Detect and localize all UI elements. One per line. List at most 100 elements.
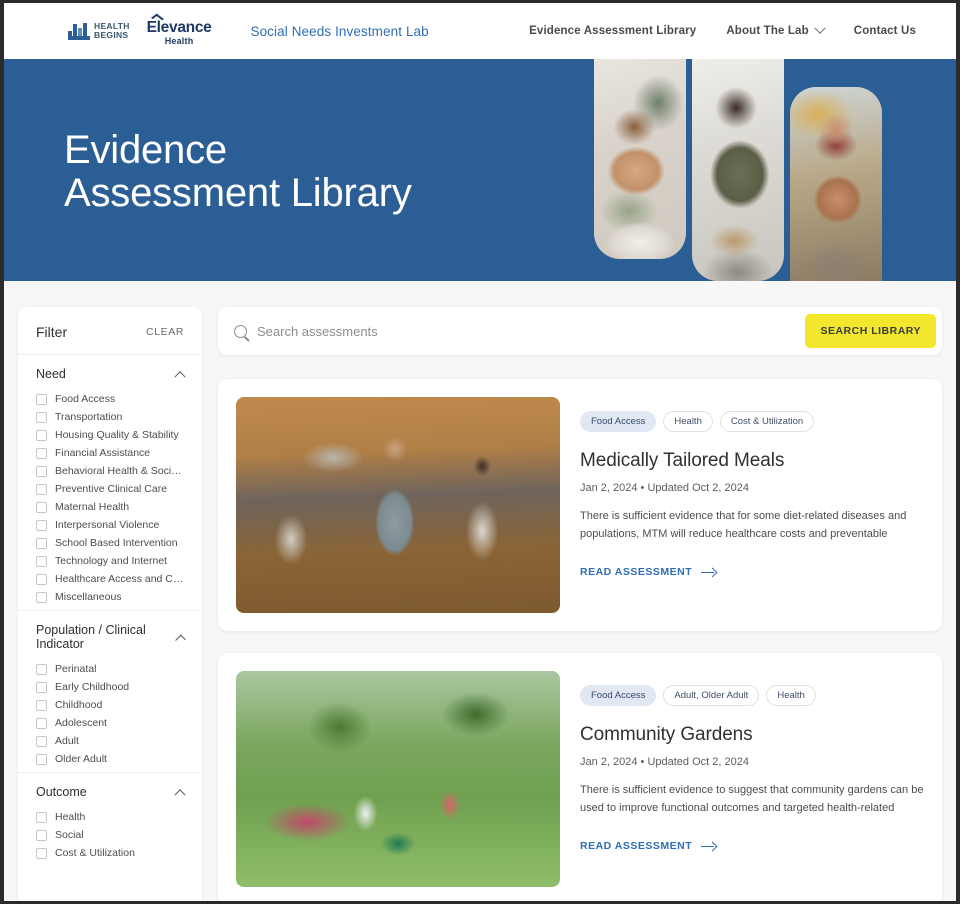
filter-option-housing-quality-stability[interactable]: Housing Quality & Stability bbox=[36, 426, 184, 444]
search-icon bbox=[234, 324, 247, 338]
facet-need: Need Food Access Transportation Housing … bbox=[18, 355, 202, 611]
assessment-tags: Food Access Health Cost & Utilization bbox=[580, 411, 924, 432]
option-label: Adolescent bbox=[55, 717, 107, 729]
checkbox[interactable] bbox=[36, 829, 47, 841]
option-label: School Based Intervention bbox=[55, 537, 178, 549]
filter-option-preventive-clinical-care[interactable]: Preventive Clinical Care bbox=[36, 480, 184, 498]
assessment-card[interactable]: Food Access Adult, Older Adult Health Co… bbox=[218, 653, 942, 901]
assessment-card[interactable]: Food Access Health Cost & Utilization Me… bbox=[218, 379, 942, 631]
tag-population[interactable]: Adult, Older Adult bbox=[663, 685, 760, 706]
checkbox[interactable] bbox=[36, 447, 47, 459]
filter-option-older-adult[interactable]: Older Adult bbox=[36, 750, 184, 768]
filter-option-miscellaneous[interactable]: Miscellaneous bbox=[36, 588, 184, 606]
filter-option-adolescent[interactable]: Adolescent bbox=[36, 714, 184, 732]
search-library-button[interactable]: SEARCH LIBRARY bbox=[805, 314, 936, 348]
facet-population-clinical-indicator: Population / Clinical Indicator Perinata… bbox=[18, 611, 202, 773]
checkbox[interactable] bbox=[36, 411, 47, 423]
option-label: Preventive Clinical Care bbox=[55, 483, 168, 495]
read-assessment-label: READ ASSESSMENT bbox=[580, 566, 693, 578]
filter-sidebar: Filter CLEAR Need Food Access Transporta… bbox=[18, 307, 202, 901]
facet-need-toggle[interactable]: Need bbox=[36, 367, 186, 383]
checkbox[interactable] bbox=[36, 573, 47, 585]
checkbox[interactable] bbox=[36, 537, 47, 549]
nav-item-about-the-lab[interactable]: About The Lab bbox=[726, 22, 826, 37]
health-begins-line2: BEGINS bbox=[94, 30, 129, 40]
checkbox[interactable] bbox=[36, 591, 47, 603]
tag-outcome[interactable]: Health bbox=[663, 411, 713, 432]
filter-option-health[interactable]: Health bbox=[36, 808, 184, 826]
facet-outcome-toggle[interactable]: Outcome bbox=[36, 785, 186, 801]
nav-label: Evidence Assessment Library bbox=[529, 25, 697, 37]
elevance-health-subword: Health bbox=[164, 35, 194, 46]
assessment-card-body: Food Access Adult, Older Adult Health Co… bbox=[580, 671, 924, 887]
option-label: Behavioral Health & Social Iso... bbox=[55, 465, 184, 477]
hero-photo-cafe bbox=[594, 59, 686, 259]
elevance-health-logo[interactable]: Elevance Health bbox=[147, 17, 212, 46]
filter-option-perinatal[interactable]: Perinatal bbox=[36, 660, 184, 678]
facet-population-toggle[interactable]: Population / Clinical Indicator bbox=[36, 623, 186, 651]
checkbox[interactable] bbox=[36, 501, 47, 513]
assessment-title[interactable]: Community Gardens bbox=[580, 724, 924, 746]
filter-option-interpersonal-violence[interactable]: Interpersonal Violence bbox=[36, 516, 184, 534]
brand-logo-group: HEALTH BEGINS Elevance Health Social Nee… bbox=[68, 17, 429, 46]
checkbox[interactable] bbox=[36, 681, 47, 693]
nav-item-evidence-assessment-library[interactable]: Evidence Assessment Library bbox=[529, 25, 696, 37]
checkbox[interactable] bbox=[36, 811, 47, 823]
filter-option-childhood[interactable]: Childhood bbox=[36, 696, 184, 714]
checkbox[interactable] bbox=[36, 465, 47, 477]
filter-option-social[interactable]: Social bbox=[36, 826, 184, 844]
tag-need[interactable]: Food Access bbox=[580, 685, 657, 706]
assessment-tags: Food Access Adult, Older Adult Health bbox=[580, 685, 924, 706]
chevron-down-icon bbox=[814, 22, 826, 34]
site-name[interactable]: Social Needs Investment Lab bbox=[250, 24, 428, 39]
tag-need[interactable]: Food Access bbox=[580, 411, 657, 432]
option-label: Food Access bbox=[55, 393, 116, 405]
checkbox[interactable] bbox=[36, 753, 47, 765]
page-title-line2: Assessment Library bbox=[64, 171, 412, 216]
facet-population-label: Population / Clinical Indicator bbox=[36, 623, 146, 651]
checkbox[interactable] bbox=[36, 663, 47, 675]
option-label: Technology and Internet bbox=[55, 555, 168, 567]
checkbox[interactable] bbox=[36, 735, 47, 747]
option-label: Social bbox=[55, 829, 84, 841]
filter-option-maternal-health[interactable]: Maternal Health bbox=[36, 498, 184, 516]
assessment-description: There is sufficient evidence that for so… bbox=[580, 510, 907, 540]
assessment-date: Jan 2, 2024 • Updated Oct 2, 2024 bbox=[580, 756, 749, 768]
primary-nav-links: Evidence Assessment Library About The La… bbox=[529, 22, 934, 37]
option-label: Cost & Utilization bbox=[55, 847, 135, 859]
filter-option-cost-utilization[interactable]: Cost & Utilization bbox=[36, 844, 184, 862]
filter-option-behavioral-health-social-isolation[interactable]: Behavioral Health & Social Iso... bbox=[36, 462, 184, 480]
read-assessment-link[interactable]: READ ASSESSMENT bbox=[580, 566, 716, 578]
facet-outcome: Outcome Health Social Cost & Utilization bbox=[18, 773, 202, 866]
assessment-thumbnail bbox=[236, 397, 560, 613]
tag-outcome-secondary[interactable]: Cost & Utilization bbox=[719, 411, 815, 432]
health-begins-wordmark: HEALTH BEGINS bbox=[94, 22, 130, 39]
filter-option-transportation[interactable]: Transportation bbox=[36, 408, 184, 426]
hero-banner: Evidence Assessment Library bbox=[4, 59, 956, 281]
filter-option-school-based-intervention[interactable]: School Based Intervention bbox=[36, 534, 184, 552]
checkbox[interactable] bbox=[36, 393, 47, 405]
option-label: Perinatal bbox=[55, 663, 97, 675]
clear-filters-button[interactable]: CLEAR bbox=[146, 326, 184, 338]
filter-option-financial-assistance[interactable]: Financial Assistance bbox=[36, 444, 184, 462]
checkbox[interactable] bbox=[36, 555, 47, 567]
checkbox[interactable] bbox=[36, 717, 47, 729]
filter-option-food-access[interactable]: Food Access bbox=[36, 390, 184, 408]
search-input[interactable] bbox=[257, 323, 806, 339]
filter-option-technology-and-internet[interactable]: Technology and Internet bbox=[36, 552, 184, 570]
checkbox[interactable] bbox=[36, 699, 47, 711]
assessment-title[interactable]: Medically Tailored Meals bbox=[580, 450, 924, 472]
health-begins-bars-icon bbox=[68, 22, 90, 40]
checkbox[interactable] bbox=[36, 429, 47, 441]
health-begins-logo[interactable]: HEALTH BEGINS bbox=[68, 22, 130, 40]
checkbox[interactable] bbox=[36, 483, 47, 495]
checkbox[interactable] bbox=[36, 847, 47, 859]
tag-outcome[interactable]: Health bbox=[766, 685, 816, 706]
filter-option-adult[interactable]: Adult bbox=[36, 732, 184, 750]
checkbox[interactable] bbox=[36, 519, 47, 531]
nav-item-contact-us[interactable]: Contact Us bbox=[854, 25, 916, 37]
filter-option-healthcare-access-and-coverage[interactable]: Healthcare Access and Cover... bbox=[36, 570, 184, 588]
chevron-up-icon bbox=[174, 789, 186, 801]
filter-option-early-childhood[interactable]: Early Childhood bbox=[36, 678, 184, 696]
read-assessment-link[interactable]: READ ASSESSMENT bbox=[580, 840, 716, 852]
